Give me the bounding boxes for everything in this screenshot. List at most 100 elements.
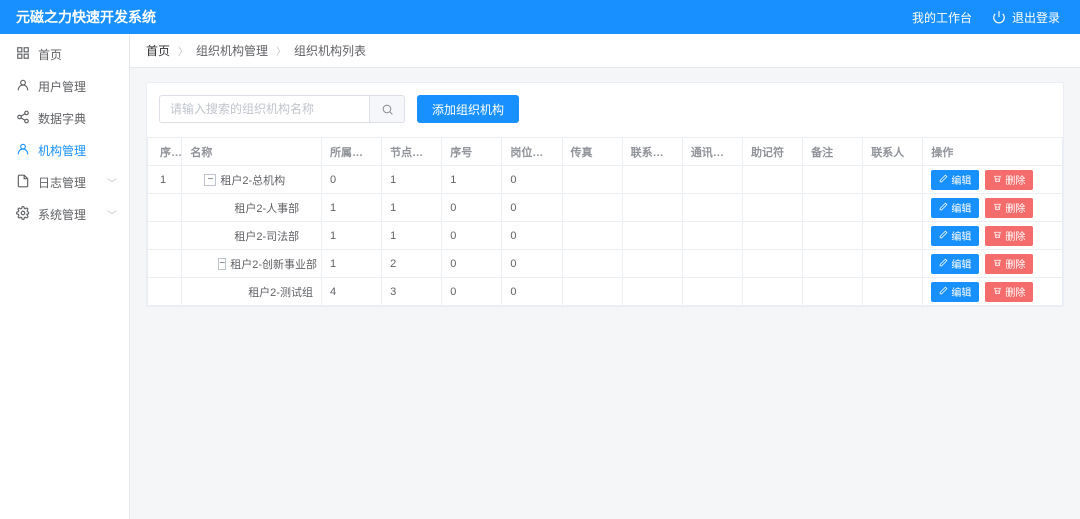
delete-label: 删除 (1005, 228, 1025, 243)
sidebar-item-3[interactable]: 机构管理 (0, 134, 129, 166)
breadcrumb: 首页 〉 组织机构管理 〉 组织机构列表 (130, 34, 1080, 68)
cell-contact (863, 222, 923, 250)
sidebar-item-4[interactable]: 日志管理﹀ (0, 166, 129, 198)
cell-actions: 编辑 删除 (923, 222, 1063, 250)
cell-name: 租户2-测试组 (182, 278, 322, 306)
header-logout-link[interactable]: 退出登录 (992, 9, 1060, 26)
delete-label: 删除 (1005, 256, 1025, 271)
search-button[interactable] (369, 95, 405, 123)
search-input[interactable] (159, 95, 369, 123)
cell-mnemonic (742, 222, 802, 250)
org-name: 租户2-人事部 (234, 200, 299, 216)
cell-order: 0 (442, 250, 502, 278)
delete-button[interactable]: 删除 (985, 170, 1033, 190)
cell-post: 0 (502, 250, 562, 278)
trash-icon (993, 258, 1002, 270)
table-header-cell: 备注 (803, 138, 863, 166)
cell-name: −租户2-创新事业部 (182, 250, 322, 278)
edit-label: 编辑 (951, 228, 971, 243)
table-row: −租户2-创新事业部1200编辑删除 (148, 250, 1063, 278)
cell-parent: 0 (321, 166, 381, 194)
cell-addr (682, 222, 742, 250)
cell-parent: 1 (321, 250, 381, 278)
sidebar-item-2[interactable]: 数据字典 (0, 102, 129, 134)
sidebar-item-5[interactable]: 系统管理 ﹀ (0, 198, 129, 230)
edit-icon (939, 174, 948, 186)
cell-name: 租户2-人事部 (182, 194, 322, 222)
app-header: 元磁之力快速开发系统 我的工作台 退出登录 (0, 0, 1080, 34)
table-row: 租户2-司法部1100编辑删除 (148, 222, 1063, 250)
cell-seq (148, 250, 182, 278)
delete-label: 删除 (1005, 200, 1025, 215)
chevron-down-icon: ﹀ (107, 207, 117, 222)
edit-label: 编辑 (951, 172, 971, 187)
sidebar-item-1[interactable]: 用户管理 (0, 70, 129, 102)
cell-phone (622, 166, 682, 194)
delete-label: 删除 (1005, 284, 1025, 299)
cell-phone (622, 250, 682, 278)
app-title: 元磁之力快速开发系统 (16, 7, 156, 27)
edit-button[interactable]: 编辑 (931, 170, 979, 190)
cell-order: 0 (442, 194, 502, 222)
cell-name: −租户2-总机构 (182, 166, 322, 194)
delete-button[interactable]: 删除 (985, 226, 1033, 246)
cell-fax (562, 166, 622, 194)
sidebar-item-label: 用户管理 (38, 78, 86, 95)
table-header-cell: 岗位编号 (502, 138, 562, 166)
cell-type: 3 (382, 278, 442, 306)
header-logout-label: 退出登录 (1012, 9, 1060, 26)
table-row: 租户2-人事部1100编辑删除 (148, 194, 1063, 222)
edit-button[interactable]: 编辑 (931, 198, 979, 218)
cell-order: 0 (442, 222, 502, 250)
cell-remark (803, 166, 863, 194)
header-workbench-link[interactable]: 我的工作台 (912, 9, 972, 26)
cell-actions: 编辑 删除 (923, 250, 1063, 278)
table-header-cell: 联系人 (863, 138, 923, 166)
tree-toggle-icon[interactable]: − (218, 258, 226, 270)
cell-seq: 1 (148, 166, 182, 194)
cell-actions: 编辑 删除 (923, 194, 1063, 222)
cell-contact (863, 194, 923, 222)
delete-button[interactable]: 删除 (985, 282, 1033, 302)
share-icon (16, 110, 30, 127)
edit-button[interactable]: 编辑 (931, 226, 979, 246)
cell-name: 租户2-司法部 (182, 222, 322, 250)
cell-remark (803, 222, 863, 250)
cell-mnemonic (742, 278, 802, 306)
cell-addr (682, 194, 742, 222)
content-card: 添加组织机构 序号名称所属上级节点类型序号岗位编号传真联系电话通讯地址助记符备注… (146, 82, 1064, 307)
edit-icon (939, 202, 948, 214)
cell-fax (562, 250, 622, 278)
add-org-button[interactable]: 添加组织机构 (417, 95, 519, 123)
sidebar-item-0[interactable]: 首页 (0, 38, 129, 70)
cell-remark (803, 278, 863, 306)
cell-post: 0 (502, 222, 562, 250)
delete-button[interactable]: 删除 (985, 254, 1033, 274)
cell-remark (803, 194, 863, 222)
org-name: 租户2-测试组 (248, 284, 313, 300)
edit-button[interactable]: 编辑 (931, 254, 979, 274)
table-header-cell: 助记符 (742, 138, 802, 166)
table-header-cell: 所属上级 (321, 138, 381, 166)
cell-contact (863, 278, 923, 306)
breadcrumb-item[interactable]: 组织机构管理 (196, 42, 268, 59)
breadcrumb-item[interactable]: 首页 (146, 42, 170, 59)
sidebar: 首页用户管理数据字典机构管理日志管理﹀ 系统管理 ﹀ (0, 34, 130, 519)
table-row: 租户2-测试组4300编辑删除 (148, 278, 1063, 306)
edit-icon (939, 286, 948, 298)
cell-post: 0 (502, 166, 562, 194)
sidebar-item-label: 系统管理 (38, 206, 86, 223)
toolbar: 添加组织机构 (147, 83, 1063, 137)
tree-toggle-icon[interactable]: − (204, 174, 216, 186)
cell-parent: 4 (321, 278, 381, 306)
cell-fax (562, 194, 622, 222)
delete-button[interactable]: 删除 (985, 198, 1033, 218)
cell-mnemonic (742, 194, 802, 222)
cell-type: 1 (382, 194, 442, 222)
user-icon (16, 78, 30, 95)
org-name: 租户2-总机构 (220, 172, 285, 188)
cell-type: 1 (382, 166, 442, 194)
cell-phone (622, 194, 682, 222)
breadcrumb-item: 组织机构列表 (294, 42, 366, 59)
edit-button[interactable]: 编辑 (931, 282, 979, 302)
